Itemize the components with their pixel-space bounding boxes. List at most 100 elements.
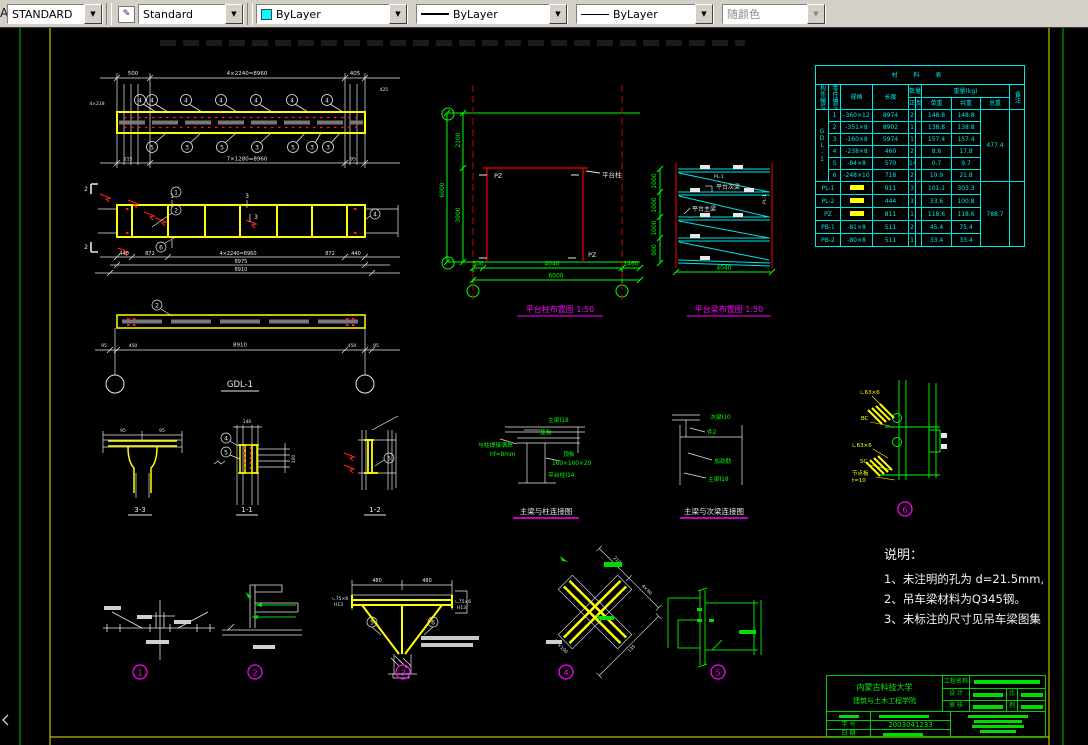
chevron-down-icon[interactable]: ▼ <box>549 4 567 24</box>
detail-number: 2 <box>252 669 257 678</box>
plot-style-combo: 随颜色 ▼ <box>722 4 826 24</box>
part-callout: 4 <box>254 98 258 105</box>
col-header: 单重 <box>921 97 952 110</box>
note-cell <box>1008 109 1026 182</box>
detail-1: 1 <box>103 600 215 680</box>
column-label: PZ <box>494 172 503 180</box>
design-label: 设 计 <box>943 689 970 700</box>
color-combo[interactable]: ByLayer ▼ <box>256 4 408 24</box>
toolbar-separator <box>106 3 112 25</box>
main-secondary-beam-connection: 次梁I10 件2 加劲肋 主梁I18 主梁与次梁连接图 <box>672 413 748 519</box>
chevron-down-icon[interactable]: ▼ <box>84 4 102 24</box>
dim-text: 440 <box>119 251 129 257</box>
linetype-line-icon <box>421 13 449 15</box>
callout-label: hf=8mm <box>490 452 516 458</box>
lineweight-combo[interactable]: ByLayer ▼ <box>576 4 714 24</box>
dim-style-combo[interactable]: Standard ▼ <box>138 4 244 24</box>
dim-text: 500 <box>472 261 484 268</box>
part-callout: 5 <box>220 145 224 152</box>
detail-number: 1 <box>137 669 142 678</box>
dim-text: 8910 <box>233 343 247 349</box>
dim-text: 100 <box>291 455 297 464</box>
text-style-icon[interactable]: A <box>0 6 7 22</box>
plate-swatch <box>849 210 864 216</box>
chevron-down-icon[interactable]: ▼ <box>695 4 713 24</box>
beam-mark: PL-1 <box>714 174 724 180</box>
dim-text: 1000 <box>651 220 658 235</box>
beam-mark: PL-1 <box>762 194 768 204</box>
cell: -360×12 <box>840 109 873 122</box>
part-callout: 2 <box>155 303 159 310</box>
note-line: 1、未注明的孔为 d=21.5mm, <box>884 572 1045 586</box>
section-label: 3-3 <box>134 506 145 514</box>
drawing-canvas[interactable]: 4 4 4 4 4 4 4 5 3 5 3 5 3 3 500 4×2240=8… <box>0 28 1088 745</box>
school-name: 内蒙古科技大学 <box>856 682 913 692</box>
scale-label: 比 <box>1006 689 1018 700</box>
column-plan-drawing: PZ 平台柱 PZ 6000 2100 3900 500 4040 1460 6… <box>439 85 644 317</box>
beam-label: 平台次梁 <box>716 183 740 191</box>
school-dept: 建筑与土木工程学院 <box>853 696 916 705</box>
lineweight-value[interactable]: ByLayer <box>609 8 695 21</box>
callout-label: 次梁I10 <box>710 413 731 421</box>
dim-text: 4040 <box>716 265 731 272</box>
dim-text: 95 <box>101 343 107 349</box>
note-line: 2、吊车梁材料为Q345钢。 <box>884 592 1026 606</box>
part-callout: 3 <box>185 145 189 152</box>
detail-number: 4 <box>563 669 568 678</box>
chevron-down-icon: ▼ <box>807 4 825 24</box>
bracing-detail-6: ∟63×6 BC ∟63×6 SC 节点板 t=10 6 <box>852 380 947 517</box>
dim-text: 1460 <box>623 261 638 268</box>
project-label: 工程名称 <box>943 676 970 688</box>
chevron-down-icon[interactable]: ▼ <box>225 4 243 24</box>
text-style-value[interactable]: STANDARD <box>8 8 84 21</box>
dim-text: 872 <box>145 251 155 257</box>
main-beam-column-connection: 主梁I18 垫板 与柱焊接满焊 hf=8mm 顶板 160×100×20 平台柱… <box>478 416 592 519</box>
part-callout: 4 <box>138 98 142 105</box>
table-row: PL-1 911 3 101.1 303.3 788.7 <box>815 181 1026 247</box>
detail-2: 2 <box>222 584 302 680</box>
section-mark: 3 <box>254 214 258 221</box>
color-value[interactable]: ByLayer <box>272 8 389 21</box>
dim-text: 405 <box>350 71 361 77</box>
part-callout: 4 <box>184 98 188 105</box>
drawing-title: 平台柱布置图 1:50 <box>526 304 595 314</box>
part-callout: 5 <box>224 450 228 457</box>
dim-text: 2100 <box>455 132 462 147</box>
dim-text: 872 <box>325 251 335 257</box>
col-header: 备注 <box>1008 84 1026 110</box>
callout-label: ∟63×6 <box>860 390 880 396</box>
dim-text: 4×2240=8960 <box>227 71 268 77</box>
dim-text: 3900 <box>455 207 462 222</box>
callout-label: 顶板 <box>563 450 575 458</box>
toolbar-separator <box>247 3 253 25</box>
linetype-combo[interactable]: ByLayer ▼ <box>416 4 568 24</box>
callout-label: SC <box>860 459 867 465</box>
chevron-down-icon[interactable]: ▼ <box>389 4 407 24</box>
col-header: 构件编号 <box>815 84 829 110</box>
col-header: 零件编号 <box>828 84 841 110</box>
linetype-value[interactable]: ByLayer <box>449 8 549 21</box>
section-label: 1-1 <box>241 506 252 514</box>
autocad-window: A STANDARD ▼ ✎ Standard ▼ ByLayer ▼ ByLa… <box>0 0 1088 745</box>
dim-text: 500 <box>128 71 139 77</box>
dim-text: 8975 <box>235 259 248 265</box>
dim-text: 480 <box>422 578 432 584</box>
dim-text: 6000 <box>439 182 446 197</box>
detail-number: 5 <box>715 669 720 678</box>
cell: 1 <box>828 109 841 122</box>
col-header: 重量(kg) <box>921 83 1010 99</box>
text-style-combo[interactable]: STANDARD ▼ <box>7 4 103 24</box>
member-cell: PL-1 <box>815 181 841 195</box>
col-header: 数量 <box>908 83 922 99</box>
dim-style-icon[interactable]: ✎ <box>118 5 135 23</box>
column-label: 平台柱 <box>602 170 622 179</box>
dim-text: 1000 <box>651 173 658 188</box>
callout-label: 160×100×20 <box>552 461 592 467</box>
callout-label: 垫板 <box>540 428 552 436</box>
dim-text: 4×2240=8960 <box>219 251 256 257</box>
col-header: 长度 <box>872 84 909 110</box>
drawing-title: 平台梁布置图 1:50 <box>695 304 764 314</box>
part-callout: 1 <box>174 190 178 197</box>
dim-style-value[interactable]: Standard <box>139 8 225 21</box>
detail-5: 5 <box>667 587 762 680</box>
